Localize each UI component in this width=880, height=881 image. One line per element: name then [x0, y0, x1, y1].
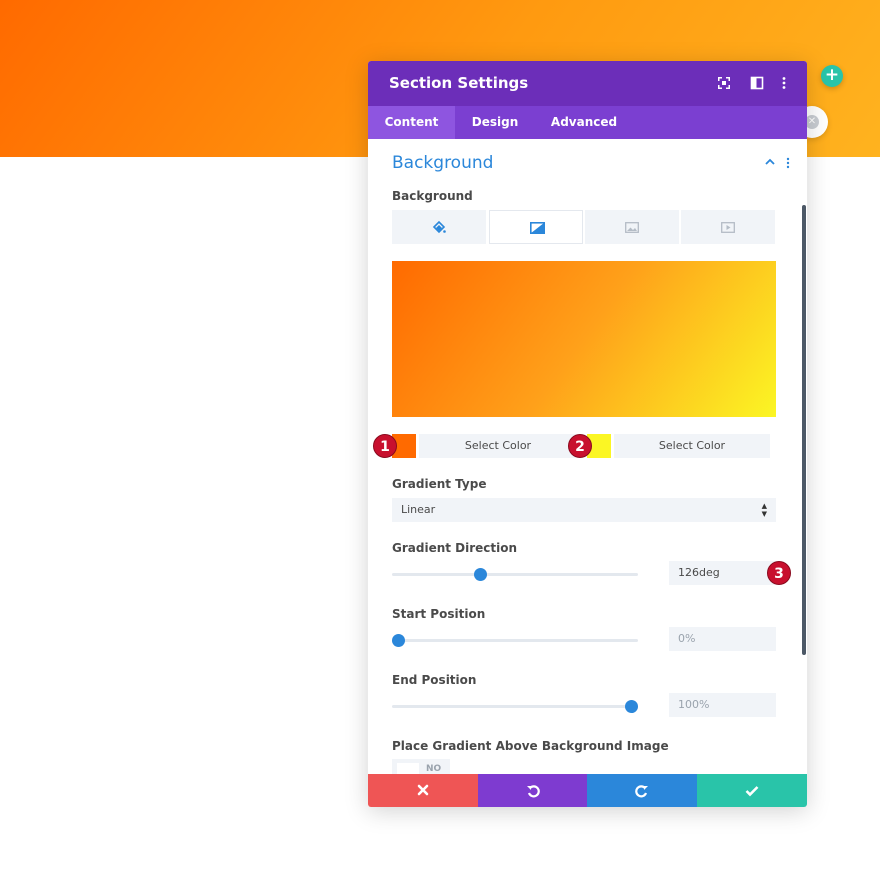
background-label: Background — [392, 189, 473, 203]
place-gradient-above-toggle[interactable]: NO — [392, 759, 450, 774]
gradient-direction-input[interactable]: 126deg — [669, 561, 776, 585]
modal-header: Section Settings — [368, 61, 807, 106]
select-color-2-button[interactable]: Select Color — [614, 434, 770, 458]
video-icon — [721, 222, 735, 233]
bg-tab-image[interactable] — [585, 210, 679, 244]
save-button[interactable] — [697, 774, 807, 807]
close-icon — [417, 784, 429, 796]
chevron-up-icon[interactable] — [765, 157, 775, 167]
gradient-type-label: Gradient Type — [392, 477, 487, 491]
select-color-1-button[interactable]: Select Color — [419, 434, 577, 458]
undo-icon — [526, 785, 540, 798]
place-gradient-above-label: Place Gradient Above Background Image — [392, 739, 669, 753]
section-options-icon[interactable] — [785, 157, 791, 169]
checkmark-icon — [745, 786, 759, 797]
gradient-type-select[interactable]: Linear ▲ ▼ — [392, 498, 776, 522]
annotation-badge-2: 2 — [568, 434, 592, 458]
gradient-direction-knob[interactable] — [473, 568, 487, 581]
modal-scrollbar[interactable] — [802, 205, 806, 655]
fullscreen-icon[interactable] — [716, 75, 732, 91]
bg-tab-gradient[interactable] — [489, 210, 583, 244]
select-arrows-icon: ▲ ▼ — [761, 502, 767, 518]
redo-button[interactable] — [587, 774, 697, 807]
section-title[interactable]: Background — [392, 153, 493, 173]
close-icon: ✕ — [805, 115, 819, 129]
modal-tabs: Content Design Advanced — [368, 106, 807, 139]
tab-content[interactable]: Content — [368, 106, 455, 139]
bg-tab-video[interactable] — [681, 210, 775, 244]
paint-bucket-icon — [432, 220, 446, 234]
start-position-slider[interactable] — [392, 634, 638, 647]
image-icon — [625, 222, 639, 233]
add-section-button[interactable]: + — [821, 65, 843, 87]
modal-title: Section Settings — [389, 74, 529, 92]
redo-icon — [635, 785, 648, 798]
bg-tab-color[interactable] — [392, 210, 486, 244]
modal-footer — [368, 774, 807, 807]
toggle-knob — [397, 763, 419, 774]
end-position-label: End Position — [392, 673, 477, 687]
end-position-slider[interactable] — [392, 700, 638, 713]
modal-body: Background Background Select Color Selec… — [368, 139, 807, 774]
gradient-preview — [392, 261, 776, 417]
undo-button[interactable] — [478, 774, 587, 807]
start-position-input[interactable]: 0% — [669, 627, 776, 651]
end-position-knob[interactable] — [625, 700, 638, 713]
gradient-direction-label: Gradient Direction — [392, 541, 518, 555]
gradient-type-value: Linear — [401, 503, 436, 516]
split-view-icon[interactable] — [749, 75, 765, 91]
gradient-icon — [530, 222, 545, 234]
more-options-icon[interactable] — [776, 75, 792, 91]
start-position-label: Start Position — [392, 607, 486, 621]
toggle-state-text: NO — [426, 764, 442, 774]
discard-button[interactable] — [368, 774, 478, 807]
end-position-input[interactable]: 100% — [669, 693, 776, 717]
annotation-badge-1: 1 — [373, 434, 397, 458]
tab-advanced[interactable]: Advanced — [535, 106, 633, 139]
background-type-tabs — [392, 210, 776, 244]
gradient-direction-slider[interactable] — [392, 568, 638, 581]
section-settings-modal: Section Settings Content Design Advanced… — [368, 61, 807, 807]
tab-design[interactable]: Design — [455, 106, 535, 139]
annotation-badge-3: 3 — [767, 561, 791, 585]
start-position-knob[interactable] — [392, 634, 405, 647]
